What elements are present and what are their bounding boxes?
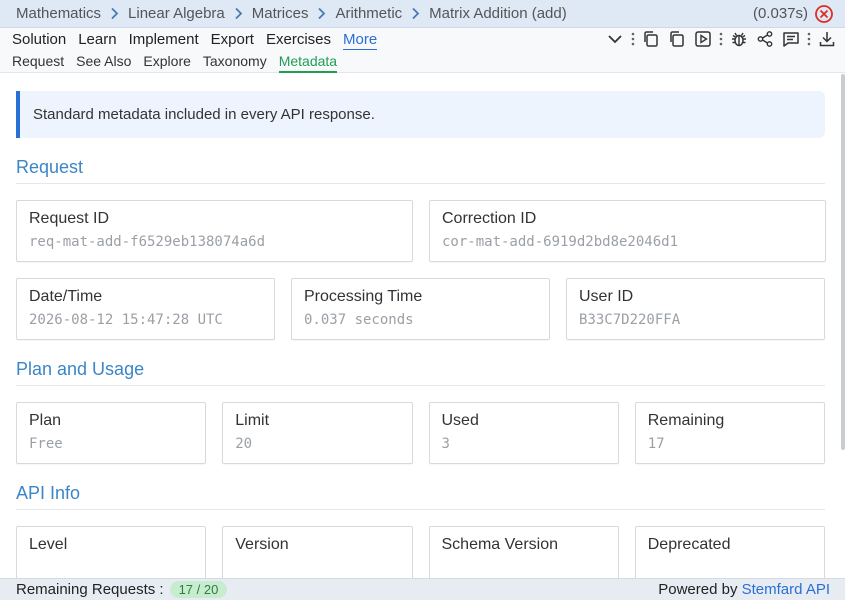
copy-icon[interactable] — [641, 29, 661, 49]
menu-item-more[interactable]: More — [343, 31, 378, 51]
menu-item-implement[interactable]: Implement — [129, 31, 199, 48]
card-date-time: Date/Time 2026-08-12 15:47:28 UTC — [16, 278, 275, 340]
api-cards: Level Version Schema Version Deprecated — [16, 526, 825, 578]
copy-alt-icon[interactable] — [667, 29, 687, 49]
card-value: B33C7D220FFA — [579, 312, 681, 328]
card-label: Deprecated — [647, 536, 731, 553]
chevron-right-icon — [317, 7, 326, 20]
card-version: Version — [222, 526, 413, 578]
card-value: 20 — [235, 436, 253, 452]
close-icon[interactable] — [814, 4, 834, 24]
card-value: req-mat-add-f6529eb138074a6d — [29, 234, 266, 250]
section-title-api: API Info — [16, 482, 825, 510]
play-icon[interactable] — [693, 29, 713, 49]
menu-item-export[interactable]: Export — [211, 31, 254, 48]
tab-explore[interactable]: Explore — [143, 53, 190, 69]
menu-item-learn[interactable]: Learn — [78, 31, 116, 48]
metadata-panel: Standard metadata included in every API … — [0, 74, 845, 578]
card-label: Remaining — [647, 412, 725, 429]
card-value: 3 — [441, 436, 450, 452]
chevron-right-icon — [234, 7, 243, 20]
chevron-right-icon — [411, 7, 420, 20]
remaining-requests-label: Remaining Requests : — [16, 581, 164, 598]
chevron-right-icon — [110, 7, 119, 20]
card-label: Processing Time — [304, 288, 423, 305]
card-used: Used 3 — [428, 402, 619, 464]
section-title-request: Request — [16, 156, 825, 184]
kebab-icon[interactable] — [807, 29, 811, 49]
tab-metadata[interactable]: Metadata — [278, 53, 338, 73]
remaining-requests-badge: 17 / 20 — [169, 581, 228, 598]
card-label: Plan — [29, 412, 62, 429]
card-request-id: Request ID req-mat-add-f6529eb138074a6d — [16, 200, 413, 262]
breadcrumb-item-current: Matrix Addition (add) — [429, 5, 567, 22]
chevron-down-icon[interactable] — [605, 29, 625, 49]
kebab-icon[interactable] — [719, 29, 723, 49]
bug-icon[interactable] — [729, 29, 749, 49]
section-title-plan: Plan and Usage — [16, 358, 825, 386]
share-icon[interactable] — [755, 29, 775, 49]
info-notice: Standard metadata included in every API … — [16, 91, 825, 138]
kebab-icon[interactable] — [631, 29, 635, 49]
card-level: Level — [16, 526, 207, 578]
card-value: 17 — [647, 436, 665, 452]
status-footer: Remaining Requests : 17 / 20 Powered by … — [0, 578, 845, 600]
card-schema-version: Schema Version — [428, 526, 619, 578]
toolbar — [599, 29, 837, 49]
powered-by-label: Powered by — [658, 581, 738, 598]
card-processing-time: Processing Time 0.037 seconds — [291, 278, 550, 340]
powered-by: Powered by Stemfard API — [658, 581, 830, 598]
breadcrumb-item-matrices[interactable]: Matrices — [252, 5, 309, 22]
card-label: Schema Version — [441, 536, 559, 553]
card-user-id: User ID B33C7D220FFA — [566, 278, 825, 340]
card-value: cor-mat-add-6919d2bd8e2046d1 — [442, 234, 679, 250]
card-label: Level — [29, 536, 68, 553]
breadcrumb-item-mathematics[interactable]: Mathematics — [16, 5, 101, 22]
tab-taxonomy[interactable]: Taxonomy — [203, 53, 267, 69]
plan-cards: Plan Free Limit 20 Used 3 Remaining 17 — [16, 402, 825, 464]
comment-icon[interactable] — [781, 29, 801, 49]
card-plan: Plan Free — [16, 402, 207, 464]
menu-item-solution[interactable]: Solution — [12, 31, 66, 48]
card-value: 2026-08-12 15:47:28 UTC — [29, 312, 223, 328]
breadcrumb-item-arithmetic[interactable]: Arithmetic — [335, 5, 402, 22]
card-label: Request ID — [29, 210, 110, 227]
breadcrumb-item-linear-algebra[interactable]: Linear Algebra — [128, 5, 225, 22]
card-label: User ID — [579, 288, 634, 305]
card-value: 0.037 seconds — [304, 312, 414, 328]
tab-see-also[interactable]: See Also — [76, 53, 131, 69]
card-limit: Limit 20 — [222, 402, 413, 464]
powered-by-link[interactable]: Stemfard API — [742, 581, 830, 598]
card-correction-id: Correction ID cor-mat-add-6919d2bd8e2046… — [429, 200, 826, 262]
request-cards-row2: Date/Time 2026-08-12 15:47:28 UTC Proces… — [16, 278, 825, 340]
request-cards-row1: Request ID req-mat-add-f6529eb138074a6d … — [16, 200, 826, 262]
scrollbar[interactable] — [841, 74, 845, 450]
card-remaining: Remaining 17 — [634, 402, 825, 464]
menu-item-exercises[interactable]: Exercises — [266, 31, 331, 48]
card-label: Date/Time — [29, 288, 103, 305]
sub-tabs: Request See Also Explore Taxonomy Metada… — [0, 50, 845, 73]
card-label: Used — [441, 412, 479, 429]
timing-label: (0.037s) — [752, 5, 808, 22]
card-label: Limit — [235, 412, 270, 429]
card-value: Free — [29, 436, 63, 452]
download-icon[interactable] — [817, 29, 837, 49]
card-label: Version — [235, 536, 289, 553]
card-deprecated: Deprecated — [634, 526, 825, 578]
main-menu: Solution Learn Implement Export Exercise… — [0, 28, 845, 51]
card-label: Correction ID — [442, 210, 537, 227]
tab-request[interactable]: Request — [12, 53, 64, 69]
breadcrumb: Mathematics Linear Algebra Matrices Arit… — [0, 0, 845, 28]
